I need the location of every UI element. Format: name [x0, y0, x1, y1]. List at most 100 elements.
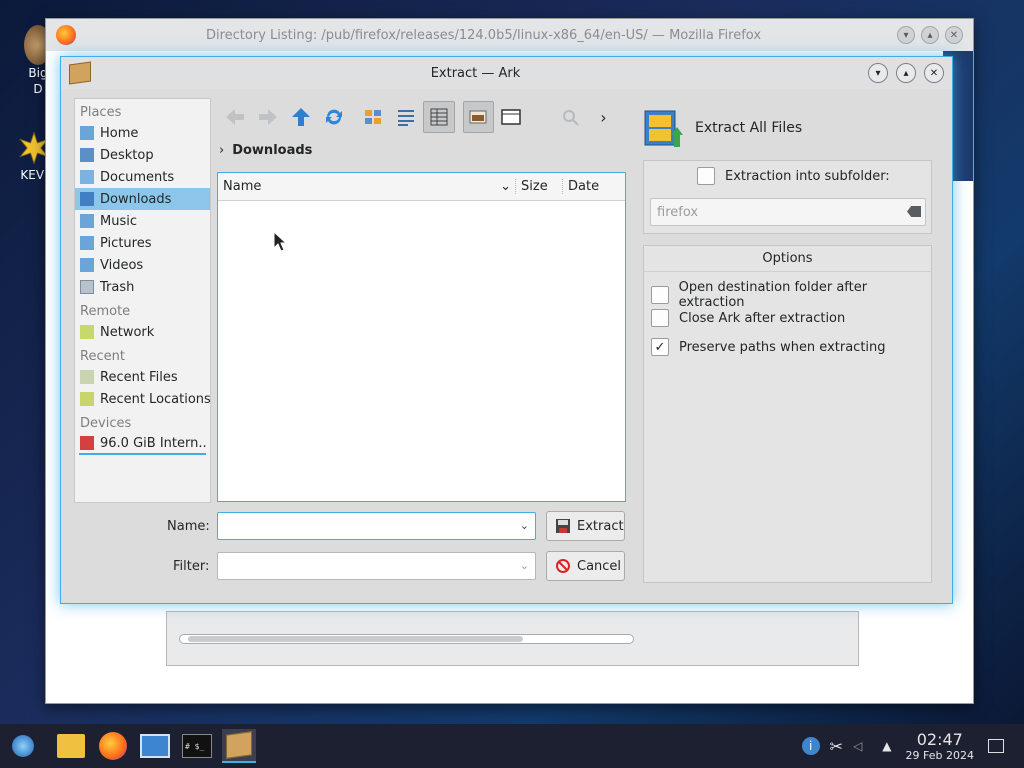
- subfolder-input[interactable]: firefox: [650, 198, 926, 226]
- info-icon[interactable]: i: [801, 737, 820, 755]
- option-open-destination[interactable]: Open destination folder after extraction: [651, 280, 931, 310]
- chevron-down-icon[interactable]: ⌄: [520, 559, 529, 572]
- place-documents[interactable]: Documents: [75, 166, 210, 188]
- place-desktop[interactable]: Desktop: [75, 144, 210, 166]
- cancel-button[interactable]: Cancel: [546, 551, 625, 581]
- subfolder-checkbox[interactable]: [697, 167, 715, 185]
- task-terminal[interactable]: # $_: [180, 729, 214, 763]
- archive-icon: [644, 110, 683, 147]
- place-recent-locations[interactable]: Recent Locations: [75, 388, 210, 410]
- column-date[interactable]: Date: [562, 179, 622, 194]
- minimize-button[interactable]: ▾: [868, 63, 888, 83]
- checkbox-checked[interactable]: ✓: [651, 338, 669, 356]
- maximize-button[interactable]: ▴: [896, 63, 916, 83]
- close-button[interactable]: ✕: [945, 26, 963, 44]
- subfolder-label: Extraction into subfolder:: [725, 168, 890, 184]
- extract-heading: Extract All Files: [641, 105, 802, 151]
- task-file-manager[interactable]: [54, 729, 88, 763]
- compact-view-button[interactable]: [390, 101, 421, 133]
- extract-button[interactable]: Extract: [546, 511, 625, 541]
- arrow-left-icon: [225, 109, 244, 125]
- magnifier-icon: [563, 110, 580, 126]
- filter-label: Filter:: [173, 559, 210, 574]
- options-header: Options: [644, 246, 931, 272]
- desktop-folder-icon: [80, 148, 94, 162]
- zoom-button[interactable]: [555, 101, 586, 133]
- place-music[interactable]: Music: [75, 210, 210, 232]
- icon-view-icon: [364, 110, 381, 124]
- up-button[interactable]: [285, 101, 316, 133]
- preview-button[interactable]: [462, 101, 494, 133]
- firefox-window-title: Directory Listing: /pub/firefox/releases…: [205, 27, 762, 43]
- cancel-icon: [556, 559, 570, 573]
- filter-combobox[interactable]: ⌄: [217, 552, 536, 580]
- place-trash[interactable]: Trash: [75, 276, 210, 298]
- place-downloads[interactable]: Downloads: [75, 188, 210, 210]
- place-network[interactable]: Network: [75, 321, 210, 343]
- places-panel: Places Home Desktop Documents Downloads …: [74, 98, 211, 503]
- icon-view-button[interactable]: [357, 101, 388, 133]
- place-videos[interactable]: Videos: [75, 254, 210, 276]
- place-pictures[interactable]: Pictures: [75, 232, 210, 254]
- compact-view-icon: [397, 110, 414, 126]
- clear-text-icon[interactable]: [907, 206, 921, 217]
- preview-icon: [469, 110, 487, 124]
- forward-button[interactable]: [252, 101, 283, 133]
- name-combobox[interactable]: ⌄: [217, 512, 536, 540]
- pictures-icon: [80, 236, 94, 250]
- videos-icon: [80, 258, 94, 272]
- arrow-right-icon: [258, 109, 277, 125]
- arrow-up-icon: [291, 108, 310, 126]
- volume-icon[interactable]: ◁: [853, 739, 862, 753]
- save-icon: [556, 519, 570, 533]
- expand-tray-icon[interactable]: ▲: [882, 739, 891, 753]
- ark-icon: [226, 731, 252, 759]
- option-preserve-paths[interactable]: ✓ Preserve paths when extracting: [651, 338, 886, 356]
- detailed-view-button[interactable]: [423, 101, 455, 133]
- column-size[interactable]: Size: [515, 179, 562, 194]
- network-icon: [80, 325, 94, 339]
- subfolder-panel: Extraction into subfolder: firefox: [643, 160, 932, 234]
- file-list-header: Name ⌄ Size Date: [218, 173, 625, 201]
- place-recent-files[interactable]: Recent Files: [75, 366, 210, 388]
- maximize-button[interactable]: ▴: [921, 26, 939, 44]
- checkbox[interactable]: [651, 286, 669, 304]
- scrollbar-thumb[interactable]: [188, 636, 523, 642]
- breadcrumb[interactable]: › Downloads: [219, 143, 312, 158]
- show-panel-button[interactable]: [496, 101, 527, 133]
- more-tools-button[interactable]: ›: [588, 101, 619, 133]
- chevron-right-icon: ›: [219, 143, 225, 158]
- file-toolbar: ›: [219, 99, 621, 135]
- start-icon: [12, 735, 34, 757]
- chevron-down-icon[interactable]: ⌄: [520, 519, 529, 532]
- show-desktop-icon[interactable]: [988, 739, 1004, 753]
- task-settings[interactable]: [138, 729, 172, 763]
- firefox-titlebar: Directory Listing: /pub/firefox/releases…: [46, 19, 973, 51]
- name-value: [218, 518, 224, 533]
- close-button[interactable]: ✕: [924, 63, 944, 83]
- documents-icon: [80, 170, 94, 184]
- task-ark[interactable]: [222, 729, 256, 763]
- minimize-button[interactable]: ▾: [897, 26, 915, 44]
- task-firefox[interactable]: [96, 729, 130, 763]
- extract-all-title: Extract All Files: [695, 120, 803, 136]
- chevron-down-icon: ⌄: [500, 179, 511, 194]
- clock-time: 02:47: [916, 730, 963, 749]
- column-name[interactable]: Name ⌄: [218, 179, 515, 194]
- clock[interactable]: 02:47 29 Feb 2024: [906, 730, 974, 762]
- horizontal-scrollbar[interactable]: [179, 634, 634, 644]
- back-button[interactable]: [219, 101, 250, 133]
- start-menu-button[interactable]: [6, 729, 40, 763]
- mouse-cursor-icon: [273, 231, 287, 252]
- checkbox[interactable]: [651, 309, 669, 327]
- option-close-ark[interactable]: Close Ark after extraction: [651, 309, 845, 327]
- ark-icon: [69, 61, 91, 85]
- scissors-icon[interactable]: ✂: [830, 737, 843, 756]
- system-tray: i ✂ ◁ ▲ 02:47 29 Feb 2024: [801, 724, 1024, 768]
- place-home[interactable]: Home: [75, 122, 210, 144]
- place-internal-drive[interactable]: 96.0 GiB Intern...: [79, 433, 206, 455]
- system-settings-icon: [140, 734, 170, 758]
- clock-date: 29 Feb 2024: [905, 749, 974, 762]
- file-list[interactable]: Name ⌄ Size Date: [217, 172, 626, 502]
- reload-button[interactable]: [318, 101, 349, 133]
